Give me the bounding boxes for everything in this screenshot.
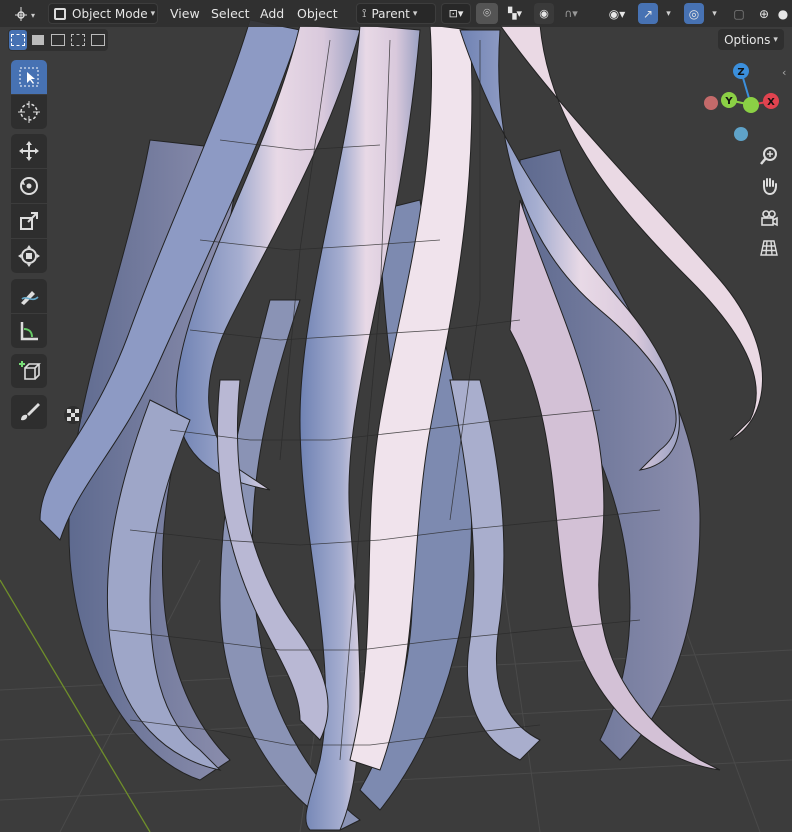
measure-tool[interactable]: [11, 314, 47, 348]
rotate-tool[interactable]: [11, 169, 47, 203]
pivot-dropdown[interactable]: ⟟ Parent ▾: [356, 3, 436, 24]
gizmo-dropdown[interactable]: ▾: [659, 3, 675, 24]
rotate-icon: [20, 177, 38, 195]
falloff-button[interactable]: ∩▾: [556, 3, 586, 24]
transform-orientation-button[interactable]: ⊡▾: [441, 3, 471, 24]
select-new-icon: [11, 34, 25, 46]
3d-viewport[interactable]: ▾ Object Mode ▾ View Select Add Object ⟟…: [0, 0, 792, 832]
y-negative-axis[interactable]: [743, 97, 759, 113]
xray-icon: ▢: [733, 6, 745, 21]
menu-select[interactable]: Select: [211, 3, 250, 24]
select-box-tool[interactable]: [11, 60, 47, 94]
x-negative-axis[interactable]: [704, 96, 718, 110]
xray-toggle[interactable]: ▢: [729, 3, 749, 24]
chevron-down-icon: ▾: [773, 34, 778, 45]
camera-icon: [761, 210, 778, 227]
menu-object[interactable]: Object: [297, 3, 338, 24]
transform-icon: [18, 245, 40, 267]
menu-view[interactable]: View: [170, 3, 200, 24]
snap-toggle[interactable]: ⌾: [476, 3, 498, 24]
select-subtract-button[interactable]: [49, 30, 67, 50]
proportional-edit-toggle[interactable]: ◉: [534, 3, 554, 24]
snap-target-button[interactable]: ▚▾: [500, 3, 530, 24]
wireframe-sphere-icon: ⊕: [758, 6, 770, 21]
scale-icon: [20, 212, 38, 230]
options-dropdown[interactable]: Options ▾: [718, 29, 784, 50]
camera-view-button[interactable]: [755, 204, 783, 232]
snap-icon: ⌾: [483, 6, 491, 21]
z-axis-label: Z: [737, 67, 744, 78]
mode-label: Object Mode: [72, 6, 148, 21]
chevron-down-icon: ▾: [412, 8, 418, 19]
hand-pan-icon: [763, 178, 777, 196]
move-icon: [19, 141, 39, 161]
orientation-icon: ⊡▾: [448, 7, 464, 20]
overlays-toggle[interactable]: ◎: [684, 3, 704, 24]
overlays-icon: ◎: [688, 6, 700, 21]
zoom-button[interactable]: [755, 142, 783, 170]
select-intersect-icon: [91, 34, 105, 46]
chevron-down-icon: ▾: [150, 8, 156, 19]
pan-button[interactable]: [755, 172, 783, 200]
select-extend-button[interactable]: [29, 30, 47, 50]
select-mode-group: [8, 29, 108, 51]
brush-icon: [21, 403, 40, 421]
menu-add[interactable]: Add: [260, 3, 284, 24]
scale-tool[interactable]: [11, 204, 47, 238]
gizmo-toggle[interactable]: ↗: [638, 3, 658, 24]
wireframe-shading-button[interactable]: ⊕: [754, 3, 774, 24]
y-axis-label: Y: [724, 96, 733, 107]
solid-sphere-icon: ●: [777, 6, 789, 21]
measure-icon: [20, 322, 38, 341]
options-label: Options: [724, 32, 771, 47]
move-tool[interactable]: [11, 134, 47, 168]
annotate-tool[interactable]: [11, 279, 47, 313]
solid-shading-button[interactable]: ●: [774, 3, 792, 24]
object-mode-icon: [54, 7, 66, 20]
perspective-toggle-button[interactable]: [755, 234, 783, 262]
select-subtract-icon: [51, 34, 65, 46]
chevron-down-icon: ▾: [666, 8, 671, 19]
falloff-icon: ∩▾: [564, 7, 578, 20]
navigation-gizmo[interactable]: Z Y X: [698, 58, 788, 148]
snap-target-icon: ▚▾: [508, 7, 522, 20]
editor-type-icon[interactable]: ▾: [13, 3, 41, 24]
z-negative-axis[interactable]: [734, 127, 748, 141]
x-axis-label: X: [767, 97, 775, 108]
cursor-box-icon: [19, 67, 39, 87]
ortho-grid-icon: [760, 240, 778, 256]
cursor-tool[interactable]: [11, 95, 47, 129]
3d-cursor-icon: [18, 101, 40, 123]
sidebar-toggle-icon[interactable]: ‹: [782, 66, 786, 79]
paint-tool[interactable]: [11, 395, 47, 429]
visibility-button[interactable]: ◉▾: [602, 3, 632, 24]
proportional-edit-icon: ◉: [539, 7, 549, 20]
transform-tool[interactable]: [11, 239, 47, 273]
viewport-header: ▾ Object Mode ▾ View Select Add Object ⟟…: [0, 0, 792, 27]
eye-icon: ◉▾: [608, 6, 626, 21]
add-cube-icon: [19, 361, 41, 380]
select-invert-icon: [71, 34, 85, 46]
select-extend-icon: [32, 35, 44, 45]
mode-dropdown[interactable]: Object Mode ▾: [48, 3, 158, 24]
overlays-dropdown[interactable]: ▾: [705, 3, 721, 24]
hair-mesh-render[interactable]: [0, 0, 792, 832]
select-new-button[interactable]: [9, 30, 27, 50]
svg-text:▾: ▾: [31, 11, 35, 20]
annotate-icon: [21, 291, 39, 305]
checker-texture-icon[interactable]: [64, 406, 82, 424]
select-invert-button[interactable]: [69, 30, 87, 50]
zoom-icon: [760, 147, 777, 165]
pivot-label: Parent: [371, 6, 410, 21]
select-intersect-button[interactable]: [89, 30, 107, 50]
pivot-icon: ⟟: [362, 6, 367, 20]
add-cube-tool[interactable]: [11, 354, 47, 388]
chevron-down-icon: ▾: [712, 8, 717, 19]
gizmo-icon: ↗: [642, 6, 654, 21]
